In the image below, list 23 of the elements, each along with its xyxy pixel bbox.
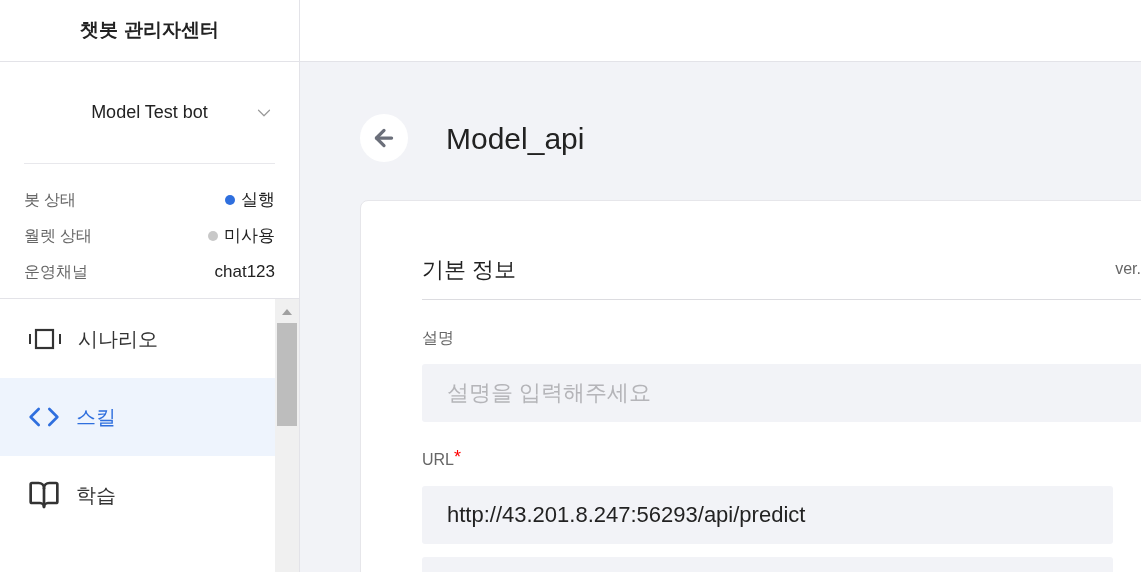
section-title: 기본 정보: [422, 255, 517, 284]
status-value: 미사용: [224, 225, 275, 248]
back-button[interactable]: [360, 114, 408, 162]
status-label: 운영채널: [24, 262, 88, 282]
input-field[interactable]: http://43.201.8.247:56293/api/predict: [422, 486, 1113, 544]
page-title: Model_api: [446, 120, 585, 157]
required-mark: *: [454, 448, 462, 466]
field-label: URL: [422, 451, 454, 470]
status-label: 월렛 상태: [24, 226, 93, 246]
input-field[interactable]: 설명을 입력해주세요: [422, 364, 1141, 422]
status-value: chat123: [214, 261, 275, 284]
app-title: 챗봇 관리자센터: [80, 18, 219, 43]
nav-item[interactable]: 스킬: [0, 378, 275, 456]
scrollbar[interactable]: [275, 299, 299, 572]
book-icon: [28, 479, 60, 511]
status-value: 실행: [241, 189, 275, 212]
carousel-icon: [28, 328, 62, 350]
field-label: 설명: [422, 328, 454, 348]
scroll-up-icon[interactable]: [282, 309, 292, 315]
version-label: ver.: [1115, 259, 1141, 279]
status-label: 봇 상태: [24, 190, 77, 210]
scrollbar-thumb[interactable]: [277, 323, 297, 426]
bot-selector[interactable]: Model Test bot: [24, 62, 275, 164]
